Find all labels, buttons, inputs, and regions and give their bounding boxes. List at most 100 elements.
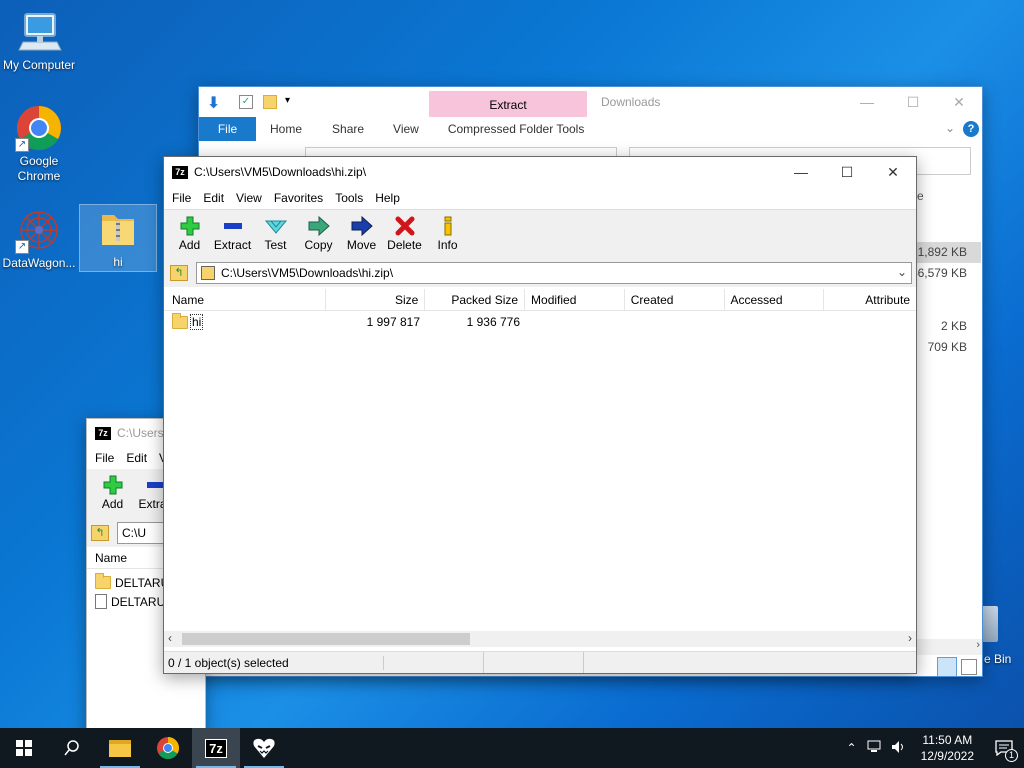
windows-icon (16, 740, 32, 756)
menu-file[interactable]: File (166, 191, 197, 205)
copy-icon (305, 214, 333, 238)
taskbar-7zip[interactable]: 7z (192, 728, 240, 768)
add-button[interactable]: Add (168, 212, 211, 257)
ribbon-tab-file[interactable]: File (199, 117, 256, 141)
add-button[interactable]: Add (91, 471, 134, 517)
desktop-icon-google-chrome[interactable]: ↗ Google Chrome (0, 104, 78, 184)
taskbar-app[interactable] (240, 728, 288, 768)
volume-icon[interactable] (887, 740, 911, 757)
scroll-left-icon[interactable]: ‹ (168, 631, 172, 645)
menu-view[interactable]: View (230, 191, 268, 205)
chrome-icon (157, 737, 179, 759)
maximize-button[interactable]: ☐ (824, 157, 870, 187)
column-name[interactable]: Name (164, 288, 326, 311)
sevenzip-window[interactable]: 7z C:\Users\VM5\Downloads\hi.zip\ — ☐ ✕ … (163, 156, 917, 674)
taskbar-chrome[interactable] (144, 728, 192, 768)
extract-button[interactable]: Extract (211, 212, 254, 257)
titlebar[interactable]: 7z C:\Users\VM5\Downloads\hi.zip\ — ☐ ✕ (164, 157, 916, 187)
clock[interactable]: 11:50 AM 12/9/2022 (911, 732, 984, 764)
menu-tools[interactable]: Tools (329, 191, 369, 205)
desktop-icon-label: Google Chrome (17, 154, 61, 183)
search-button[interactable] (48, 728, 96, 768)
chevron-down-icon[interactable]: ⌄ (945, 121, 955, 135)
menu-help[interactable]: Help (369, 191, 406, 205)
desktop-icon-hi-folder[interactable]: hi (79, 204, 157, 272)
folder-icon (95, 573, 111, 589)
explorer-titlebar[interactable]: ⬇ ✓ ▾ Extract Downloads — ☐ ✕ (199, 87, 982, 117)
scroll-right-icon[interactable]: › (908, 631, 912, 645)
clock-time: 11:50 AM (922, 733, 973, 747)
file-explorer-icon (109, 739, 131, 757)
column-accessed[interactable]: Accessed (725, 288, 825, 311)
start-button[interactable] (0, 728, 48, 768)
details-view-button[interactable] (937, 657, 957, 676)
sevenzip-app-icon: 7z (205, 738, 227, 758)
desktop-icon-my-computer[interactable]: My Computer (0, 8, 78, 72)
ribbon-tabs: File Home Share View Compressed Folder T… (199, 117, 982, 141)
path-input[interactable]: C:\Users\VM5\Downloads\hi.zip\ ⌄ (196, 262, 912, 284)
maximize-button[interactable]: ☐ (890, 87, 936, 117)
close-button[interactable]: ✕ (936, 87, 982, 117)
menu-edit[interactable]: Edit (197, 191, 230, 205)
column-created[interactable]: Created (625, 288, 725, 311)
chevron-down-icon[interactable]: ⌄ (897, 265, 907, 279)
test-button[interactable]: Test (254, 212, 297, 257)
up-folder-icon[interactable]: ↰ (170, 265, 188, 281)
column-attributes[interactable]: Attribute (824, 289, 916, 311)
taskbar-file-explorer[interactable] (96, 728, 144, 768)
status-panel (384, 651, 484, 673)
ribbon-tab-share[interactable]: Share (317, 122, 379, 136)
horizontal-scrollbar[interactable]: ‹ › (164, 631, 916, 647)
desktop-icon-label: My Computer (2, 58, 76, 72)
datawagon-icon: ↗ (15, 206, 63, 254)
minimize-button[interactable]: — (778, 157, 824, 187)
move-button[interactable]: Move (340, 212, 383, 257)
minimize-button[interactable]: — (844, 87, 890, 117)
window-title: C:\Users\VM5\Downloads\hi.zip\ (194, 165, 367, 179)
sevenzip-app-icon: 7z (172, 165, 188, 179)
up-folder-icon[interactable]: ↰ (91, 525, 109, 541)
large-icons-view-button[interactable] (961, 659, 977, 675)
close-button[interactable]: ✕ (870, 157, 916, 187)
menu-file[interactable]: File (89, 451, 120, 465)
delete-button[interactable]: Delete (383, 212, 426, 257)
desktop-icon-datawagon[interactable]: ↗ DataWagon... (0, 206, 78, 270)
add-icon (176, 214, 204, 238)
search-icon (64, 740, 79, 756)
column-packed-size[interactable]: Packed Size (425, 288, 526, 311)
network-icon[interactable] (863, 740, 887, 757)
menubar: File Edit View Favorites Tools Help (164, 187, 916, 209)
status-panel (484, 651, 584, 673)
table-row[interactable]: hi 1 997 817 1 936 776 (164, 311, 916, 333)
system-tray: ⌃ 11:50 AM 12/9/2022 1 (841, 728, 1024, 768)
quick-access-folder-icon[interactable] (263, 95, 277, 109)
quick-access-down-icon[interactable]: ⬇ (207, 93, 220, 113)
desktop-icon-label: e Bin (984, 652, 1012, 666)
ribbon-tab-compressed-folder-tools[interactable]: Compressed Folder Tools (434, 122, 599, 136)
quick-access-dropdown-icon[interactable]: ▾ (285, 95, 290, 106)
info-button[interactable]: Info (426, 212, 469, 257)
scroll-right-icon[interactable]: › (976, 639, 980, 651)
column-size[interactable]: Size (326, 288, 426, 311)
file-icon (95, 594, 107, 609)
cell-packed-size: 1 936 776 (466, 315, 520, 329)
menu-favorites[interactable]: Favorites (268, 191, 329, 205)
sevenzip-app-icon: 7z (95, 426, 111, 440)
zip-path-icon (201, 266, 215, 280)
copy-button[interactable]: Copy (297, 212, 340, 257)
column-modified[interactable]: Modified (525, 288, 625, 311)
quick-access-check-icon[interactable]: ✓ (239, 95, 253, 109)
action-center-button[interactable]: 1 (984, 728, 1024, 768)
show-hidden-icons-button[interactable]: ⌃ (841, 741, 863, 755)
ribbon-tab-view[interactable]: View (379, 122, 434, 136)
help-icon[interactable]: ? (963, 121, 979, 137)
zip-folder-icon (94, 205, 142, 253)
window-title: C:\Users\ (117, 426, 168, 440)
menu-edit[interactable]: Edit (120, 451, 153, 465)
scrollbar-thumb[interactable] (182, 633, 470, 645)
add-icon (99, 473, 127, 497)
move-icon (348, 214, 376, 238)
ribbon-tab-home[interactable]: Home (256, 122, 317, 136)
desktop-icon-recycle-bin[interactable]: e Bin (978, 604, 1024, 674)
delete-icon (391, 214, 419, 238)
